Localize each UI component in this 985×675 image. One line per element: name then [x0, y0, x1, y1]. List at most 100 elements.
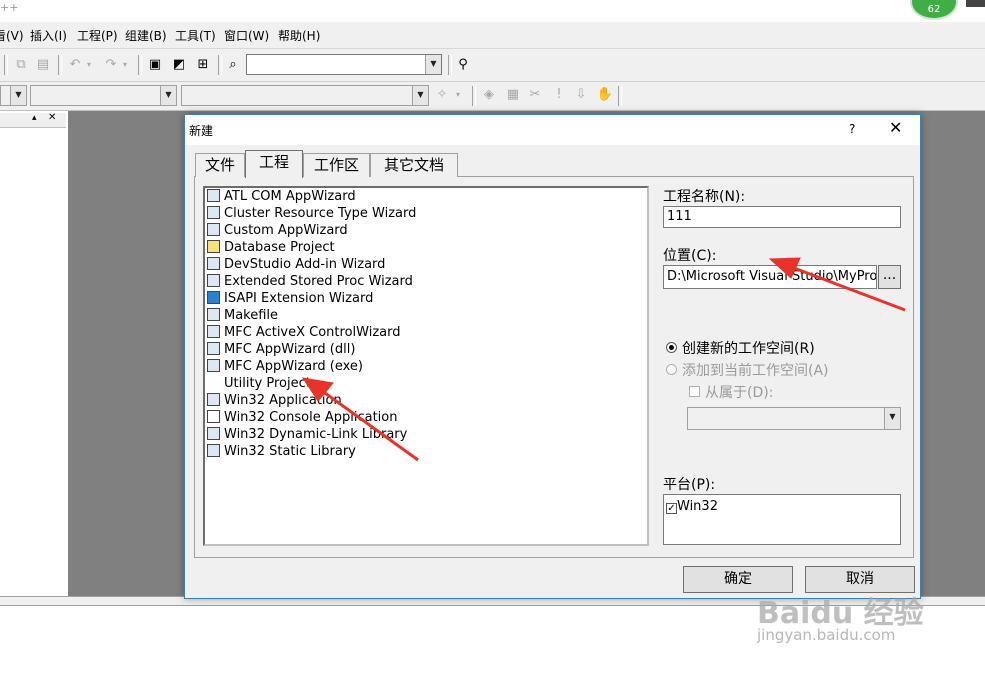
list-item[interactable]: Makefile — [207, 307, 278, 324]
utility-tools-icon — [207, 376, 220, 389]
list-item[interactable]: Cluster Resource Type Wizard — [207, 205, 416, 222]
paste-icon[interactable]: ▤ — [34, 56, 52, 74]
list-item[interactable]: Win32 Console Application — [207, 409, 397, 426]
list-item[interactable]: ISAPI Extension Wizard — [207, 290, 373, 307]
tab-workspaces[interactable]: 工作区 — [303, 153, 370, 177]
menu-insert[interactable]: 插入(I) — [30, 27, 67, 44]
go-icon[interactable]: ⇩ — [572, 86, 590, 104]
dependency-combo[interactable]: ▼ — [687, 407, 901, 430]
list-item[interactable]: MFC AppWizard (exe) — [207, 358, 363, 375]
globe-icon — [207, 291, 220, 304]
list-item[interactable]: Win32 Static Library — [207, 443, 356, 460]
wizard-wand-icon[interactable]: ✧ — [433, 86, 451, 104]
location-label: 位置(C): — [663, 248, 717, 264]
class-combo[interactable]: ▼ — [0, 85, 27, 106]
console-app-icon — [207, 410, 220, 423]
wand-dropdown-icon[interactable]: ▾ — [453, 86, 463, 104]
stored-proc-icon — [207, 274, 220, 287]
menu-window[interactable]: 窗口(W) — [224, 27, 269, 44]
wizard-toolbar: ▼ ▼ ▼ ✧ ▾ ◈ ▦ ✂ ! ⇩ ✋ — [0, 82, 985, 111]
help-button[interactable]: ? — [849, 122, 855, 136]
menu-view[interactable]: 看(V) — [0, 27, 24, 44]
find-in-files-icon[interactable]: ⌕ — [224, 56, 242, 74]
dependency-checkbox[interactable] — [689, 386, 700, 397]
toolbar-separator — [218, 55, 222, 75]
stop-build-icon[interactable]: ✂ — [526, 86, 544, 104]
standard-toolbar: ⧉ ▤ ↶ ▾ ↷ ▾ ▣ ◩ ⊞ ⌕ ▼ ⚲ — [0, 49, 985, 82]
close-button[interactable]: ✕ — [889, 118, 902, 137]
tab-projects[interactable]: 工程 — [245, 150, 303, 178]
output-window-icon[interactable]: ◩ — [170, 56, 188, 74]
list-item[interactable]: MFC AppWizard (dll) — [207, 341, 355, 358]
menu-tools[interactable]: 工具(T) — [175, 27, 216, 44]
dialog-title-bar[interactable]: 新建 ? ✕ — [185, 115, 920, 145]
project-name-field[interactable]: 111 — [663, 206, 901, 228]
toolbar-separator — [618, 86, 622, 106]
workspace-panel: ▴ ✕ — [0, 111, 69, 596]
copy-icon[interactable]: ⧉ — [12, 56, 30, 74]
create-workspace-label[interactable]: 创建新的工作空间(R) — [682, 338, 815, 358]
chevron-down-icon[interactable]: ▼ — [884, 408, 900, 429]
cluster-wizard-icon — [207, 206, 220, 219]
project-type-list[interactable]: ATL COM AppWizard Cluster Resource Type … — [203, 186, 649, 546]
radio-add-to-workspace[interactable] — [666, 364, 677, 375]
menu-help[interactable]: 帮助(H) — [278, 27, 320, 44]
list-item[interactable]: DevStudio Add-in Wizard — [207, 256, 385, 273]
platform-list[interactable]: ✓Win32 — [663, 494, 901, 545]
list-item[interactable]: ATL COM AppWizard — [207, 188, 356, 205]
toolbar-separator — [448, 55, 452, 75]
undo-icon[interactable]: ↶ — [66, 56, 84, 74]
list-item[interactable]: Extended Stored Proc Wizard — [207, 273, 413, 290]
chevron-down-icon[interactable]: ▼ — [412, 86, 428, 105]
list-item[interactable]: Win32 Dynamic-Link Library — [207, 426, 407, 443]
radio-create-workspace[interactable] — [666, 342, 677, 353]
list-item[interactable]: Utility Project — [207, 375, 311, 392]
window-corner — [966, 0, 985, 7]
maximize-icon[interactable]: ▴ — [32, 113, 37, 123]
list-item[interactable]: ✓Win32 — [666, 498, 718, 516]
win32-app-icon — [207, 393, 220, 406]
location-field[interactable]: D:\Microsoft Visual Studio\MyPro — [663, 265, 877, 289]
compile-icon[interactable]: ◈ — [480, 86, 498, 104]
chevron-down-icon[interactable]: ▼ — [160, 86, 176, 105]
app-title-fragment: ++ — [0, 1, 19, 14]
menu-project[interactable]: 工程(P) — [77, 27, 118, 44]
list-item[interactable]: Database Project — [207, 239, 335, 256]
toolbar-separator — [4, 55, 8, 75]
dialog-title: 新建 — [189, 124, 214, 138]
search-binoculars-icon[interactable]: ⚲ — [454, 56, 472, 74]
members-combo[interactable]: ▼ — [181, 85, 429, 106]
chevron-down-icon[interactable]: ▼ — [425, 55, 441, 74]
mfc-dll-icon — [207, 342, 220, 355]
checkmark-icon[interactable]: ✓ — [666, 503, 677, 514]
dependency-label[interactable]: 从属于(D): — [705, 382, 773, 402]
breakpoint-hand-icon[interactable]: ✋ — [596, 86, 614, 104]
addin-wizard-icon — [207, 257, 220, 270]
undo-dropdown-icon[interactable]: ▾ — [84, 56, 94, 74]
window-list-icon[interactable]: ⊞ — [194, 56, 212, 74]
makefile-icon — [207, 308, 220, 321]
build-icon[interactable]: ▦ — [504, 86, 522, 104]
workspace-window-icon[interactable]: ▣ — [146, 56, 164, 74]
execute-icon[interactable]: ! — [550, 86, 568, 104]
redo-icon[interactable]: ↷ — [102, 56, 120, 74]
tab-other-documents[interactable]: 其它文档 — [370, 153, 458, 177]
activex-icon — [207, 325, 220, 338]
redo-dropdown-icon[interactable]: ▾ — [120, 56, 130, 74]
mfc-exe-icon — [207, 359, 220, 372]
filter-combo[interactable]: ▼ — [30, 85, 177, 106]
list-item[interactable]: Custom AppWizard — [207, 222, 348, 239]
notification-badge[interactable]: 62 — [910, 0, 958, 20]
add-to-workspace-label[interactable]: 添加到当前工作空间(A) — [682, 360, 829, 380]
menu-build[interactable]: 组建(B) — [125, 27, 167, 44]
find-combo[interactable]: ▼ — [246, 54, 442, 75]
list-item[interactable]: MFC ActiveX ControlWizard — [207, 324, 400, 341]
list-item[interactable]: Win32 Application — [207, 392, 342, 409]
custom-wizard-icon — [207, 223, 220, 236]
workspace-panel-header: ▴ ✕ — [0, 112, 66, 128]
static-lib-icon — [207, 444, 220, 457]
browse-button[interactable]: ... — [878, 265, 901, 289]
tab-files[interactable]: 文件 — [195, 153, 245, 177]
close-icon[interactable]: ✕ — [48, 112, 56, 123]
chevron-down-icon[interactable]: ▼ — [10, 86, 26, 105]
